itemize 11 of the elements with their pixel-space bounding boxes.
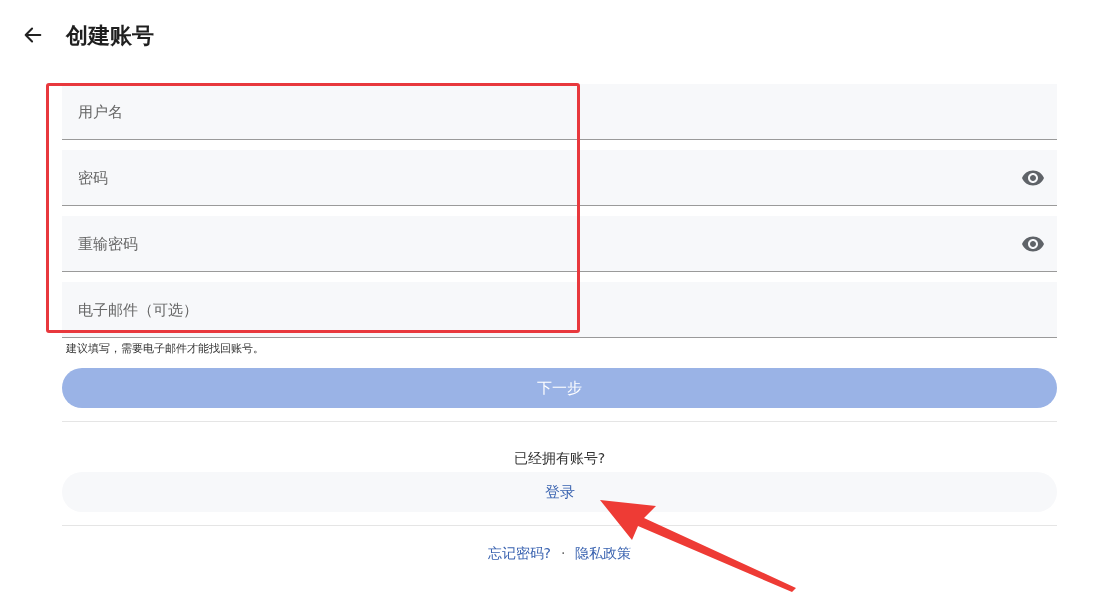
hint-text: 建议填写，需要电子邮件才能找回账号。	[66, 341, 265, 357]
separator-dot: ·	[561, 544, 566, 563]
have-account-text: 已经拥有账号?	[512, 449, 607, 468]
input-field[interactable]: 用户名	[62, 84, 1057, 140]
page-title: 创建账号	[66, 21, 154, 50]
forgot-password-link[interactable]: 忘记密码?	[487, 543, 551, 564]
input-field[interactable]: 重输密码	[62, 216, 1057, 272]
login-button[interactable]: 登录	[62, 472, 1057, 512]
input-field[interactable]: 密码	[62, 150, 1057, 206]
input-field[interactable]: 电子邮件（可选）	[62, 282, 1057, 338]
privacy-policy-link[interactable]: 隐私政策	[575, 543, 632, 564]
